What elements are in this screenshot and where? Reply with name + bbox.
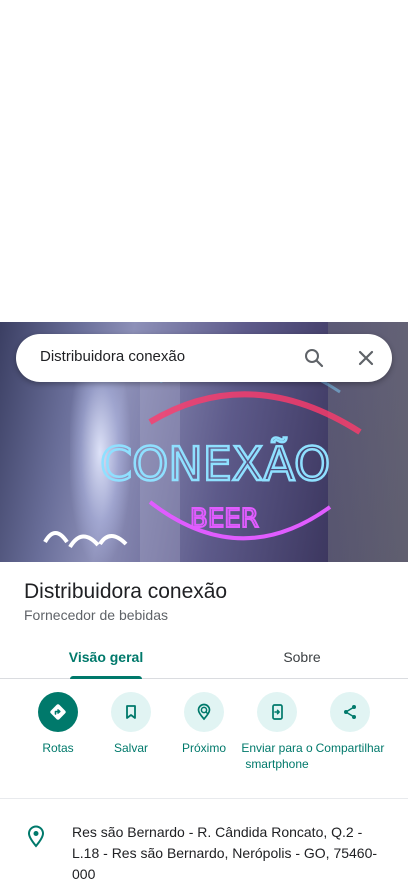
directions-icon — [50, 704, 66, 720]
section-divider — [0, 798, 408, 799]
action-buttons: Rotas Salvar Próximo Enviar para o smart… — [0, 692, 408, 796]
active-tab-indicator — [70, 676, 142, 679]
blank-area — [0, 0, 408, 322]
tab-overview[interactable]: Visão geral — [40, 636, 172, 679]
save-button[interactable]: Salvar — [92, 692, 170, 756]
share-icon — [344, 705, 356, 719]
send-to-phone-label: Enviar para o smartphone — [241, 741, 313, 771]
place-title: Distribuidora conexão — [24, 580, 228, 603]
tab-overview-label: Visão geral — [68, 649, 144, 665]
tab-about-label: Sobre — [283, 649, 321, 665]
place-category: Fornecedor de bebidas — [24, 607, 168, 623]
tab-about[interactable]: Sobre — [236, 636, 368, 678]
nearby-button[interactable]: Próximo — [165, 692, 243, 756]
directions-button[interactable]: Rotas — [19, 692, 97, 756]
share-label: Compartilhar — [315, 741, 385, 755]
close-icon[interactable] — [354, 346, 378, 370]
directions-label: Rotas — [42, 741, 74, 755]
search-icon[interactable] — [302, 346, 326, 370]
nearby-label: Próximo — [181, 741, 226, 755]
send-to-phone-icon — [272, 704, 283, 720]
send-to-phone-button[interactable]: Enviar para o smartphone — [238, 692, 316, 772]
nearby-icon — [197, 703, 211, 721]
bookmark-icon — [126, 705, 136, 719]
share-button[interactable]: Compartilhar — [311, 692, 389, 756]
tab-bar: Visão geral Sobre — [0, 636, 408, 679]
save-label: Salvar — [113, 741, 148, 755]
neon-main-text: CONEXÃO — [100, 437, 330, 491]
location-pin-icon — [26, 824, 46, 848]
search-bar[interactable]: Distribuidora conexão — [16, 334, 392, 382]
address-text: Res são Bernardo - R. Cândida Roncato, Q… — [72, 824, 378, 882]
search-input[interactable]: Distribuidora conexão — [40, 348, 185, 365]
